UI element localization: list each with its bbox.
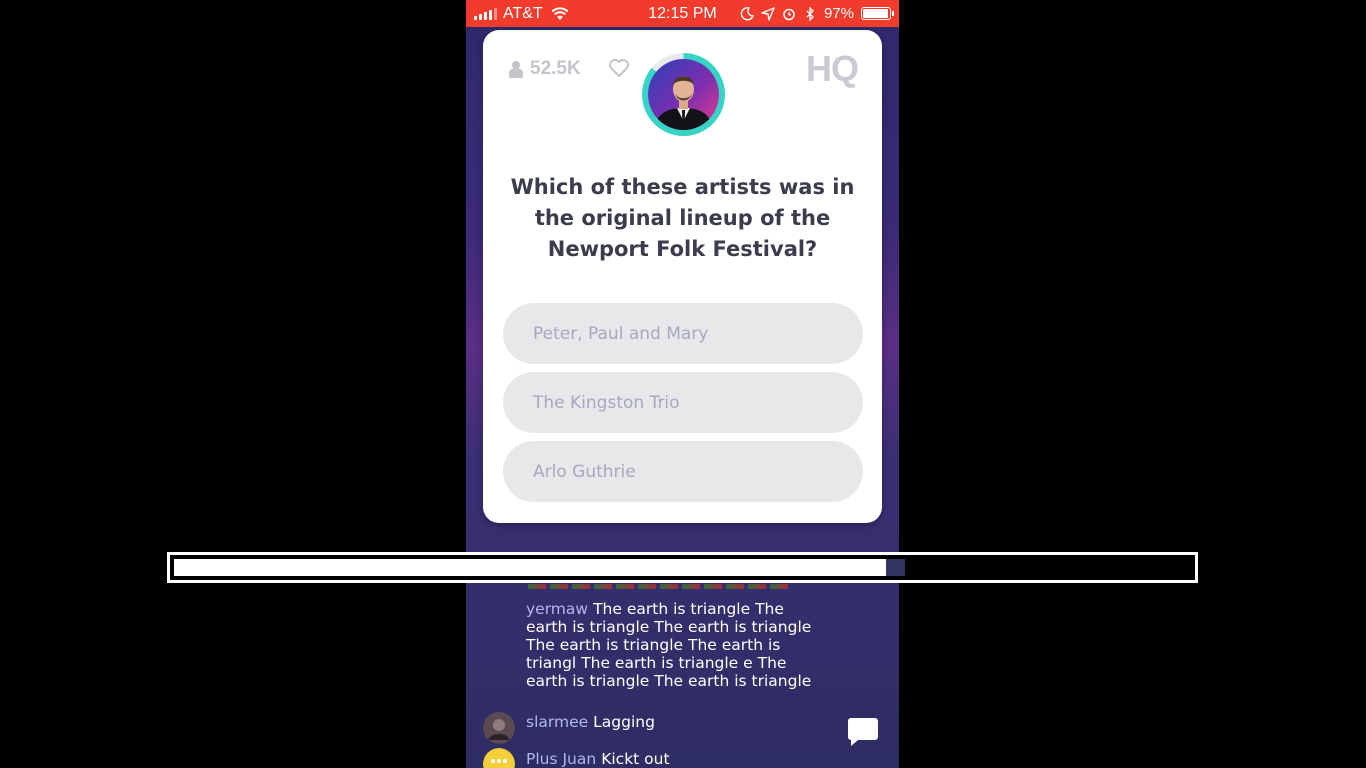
heart-icon[interactable] <box>608 58 630 78</box>
chat-message-1: yermaw The earth is triangle The earth is… <box>526 600 826 690</box>
question-text: Which of these artists was in the origin… <box>510 175 855 261</box>
location-arrow-icon <box>761 6 775 21</box>
chat-bubble-icon[interactable] <box>846 714 880 748</box>
chat-message-3: Plus Juan Kickt out <box>526 750 826 768</box>
chat-text: Lagging <box>593 713 655 731</box>
answer-option-1[interactable]: Peter, Paul and Mary <box>503 303 863 364</box>
chat-user-avatar-1 <box>483 712 515 744</box>
battery-fill <box>863 9 889 18</box>
viewer-count-label: 52.5K <box>530 58 581 79</box>
chat-username: yermaw <box>526 600 589 618</box>
chat-username: Plus Juan <box>526 750 597 768</box>
signal-strength-icon <box>474 7 497 20</box>
wifi-icon <box>551 6 569 20</box>
battery-percent: 97% <box>823 5 854 22</box>
host-portrait <box>654 76 713 130</box>
host-avatar <box>648 59 719 130</box>
chat-user-avatar-2 <box>483 748 515 768</box>
battery-icon <box>861 7 894 20</box>
status-bar: AT&T 12:15 PM 97% <box>466 0 899 27</box>
question-card: 52.5K HQ Which of these artists was in t… <box>483 30 882 523</box>
answer-option-2[interactable]: The Kingston Trio <box>503 372 863 433</box>
video-progress-bar[interactable] <box>167 552 1198 583</box>
chat-text: Kickt out <box>601 750 670 768</box>
chat-message-2: slarmee Lagging <box>526 713 826 731</box>
bluetooth-icon <box>806 6 814 21</box>
video-progress-fill <box>174 559 886 576</box>
person-icon <box>509 61 523 78</box>
answer-option-3-label: Arlo Guthrie <box>533 461 636 482</box>
chat-feed: yermaw The earth is triangle The earth is… <box>466 580 899 768</box>
answer-option-1-label: Peter, Paul and Mary <box>533 323 709 344</box>
phone-screen: AT&T 12:15 PM 97% 52.5K HQ Which of thes… <box>466 0 899 768</box>
host-timer-ring <box>642 53 725 136</box>
video-progress-marker[interactable] <box>886 559 905 576</box>
emoji-strip <box>528 584 788 589</box>
carrier-label: AT&T <box>503 4 543 22</box>
viewer-count: 52.5K <box>508 58 581 80</box>
hq-logo: HQ <box>806 48 859 89</box>
do-not-disturb-moon-icon <box>740 6 754 20</box>
alarm-clock-icon <box>783 8 795 20</box>
answer-option-3[interactable]: Arlo Guthrie <box>503 441 863 502</box>
answer-option-2-label: The Kingston Trio <box>533 392 680 413</box>
chat-username: slarmee <box>526 713 589 731</box>
